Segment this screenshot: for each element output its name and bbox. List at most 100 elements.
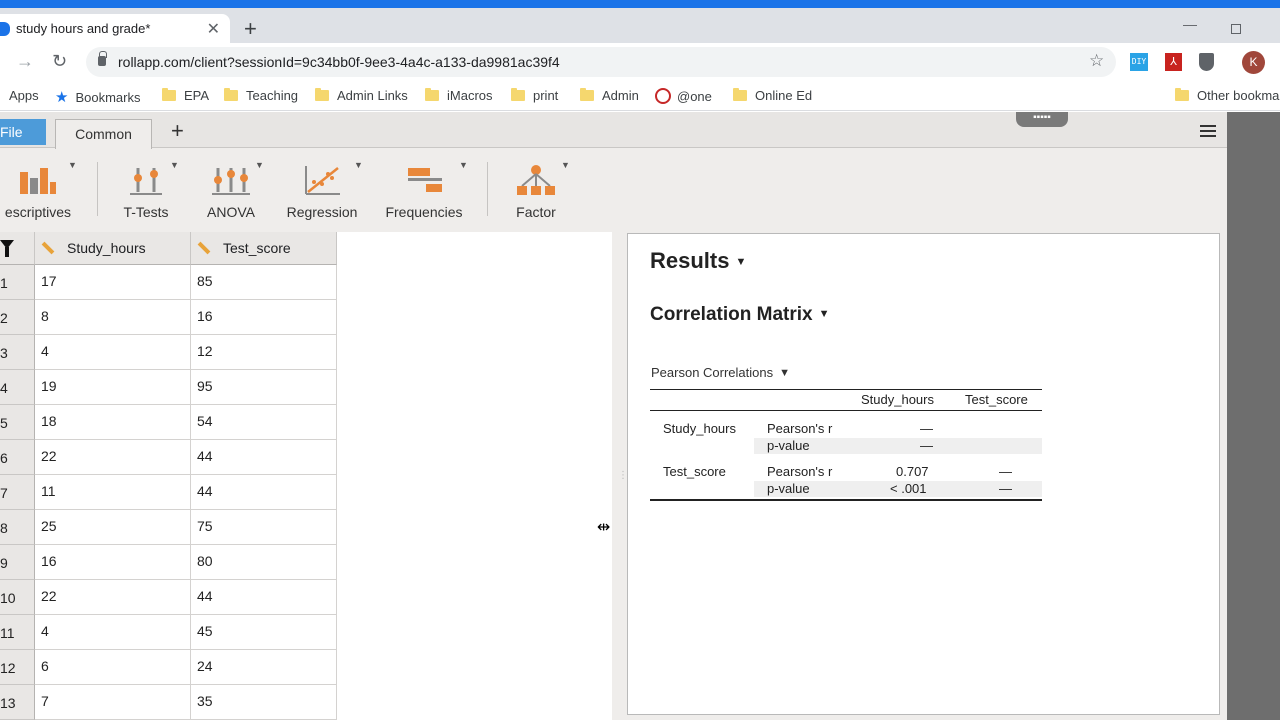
add-module-button[interactable]: + <box>171 118 184 144</box>
bookmark-one[interactable]: @one <box>655 88 712 104</box>
table-cell[interactable]: 16 <box>35 545 191 580</box>
reload-icon[interactable]: ↻ <box>52 51 67 72</box>
bookmark-imacros[interactable]: iMacros <box>425 88 493 103</box>
bookmark-epa[interactable]: EPA <box>162 88 209 103</box>
hamburger-menu-icon[interactable] <box>1200 125 1216 137</box>
column-header: Study_hours <box>861 392 934 407</box>
bookmark-apps[interactable]: Apps <box>9 88 39 103</box>
url-text[interactable]: rollapp.com/client?sessionId=9c34bb0f-9e… <box>118 54 560 70</box>
table-cell[interactable]: 44 <box>191 580 337 615</box>
row-number[interactable]: 5 <box>0 405 35 440</box>
chevron-down-icon[interactable]: ▼ <box>459 160 468 170</box>
table-cell[interactable]: 17 <box>35 265 191 300</box>
analysis-heading[interactable]: Correlation Matrix ▼ <box>650 304 829 326</box>
caret-down-icon[interactable]: ▼ <box>735 256 746 268</box>
results-heading[interactable]: Results ▼ <box>650 248 746 274</box>
row-number[interactable]: 4 <box>0 370 35 405</box>
factor-button[interactable]: Factor <box>510 164 562 220</box>
regression-button[interactable]: Regression <box>282 164 362 220</box>
row-number[interactable]: 10 <box>0 580 35 615</box>
folder-icon <box>315 88 329 101</box>
row-number[interactable]: 12 <box>0 650 35 685</box>
anova-button[interactable]: ANOVA <box>200 164 262 220</box>
pdf-extension-icon[interactable]: ⅄ <box>1165 53 1182 71</box>
table-cell[interactable]: 7 <box>35 685 191 720</box>
row-number[interactable]: 11 <box>0 615 35 650</box>
diy-extension-icon[interactable]: DIY <box>1130 53 1148 71</box>
bookmark-teaching[interactable]: Teaching <box>224 88 298 103</box>
row-number[interactable]: 6 <box>0 440 35 475</box>
table-cell[interactable]: 4 <box>35 335 191 370</box>
minimize-icon[interactable]: — <box>1183 16 1197 32</box>
folder-icon <box>425 88 439 101</box>
shield-extension-icon[interactable] <box>1199 53 1214 71</box>
chevron-down-icon[interactable]: ▼ <box>255 160 264 170</box>
forward-arrow-icon[interactable]: → <box>16 51 34 72</box>
bookmark-print[interactable]: print <box>511 88 558 103</box>
filter-icon[interactable] <box>0 240 14 257</box>
table-cell[interactable]: 35 <box>191 685 337 720</box>
table-cell[interactable]: 19 <box>35 370 191 405</box>
row-number[interactable]: 2 <box>0 300 35 335</box>
ruler-icon <box>41 241 55 255</box>
bookmark-bookmarks[interactable]: ★ Bookmarks <box>55 88 140 106</box>
frequencies-button[interactable]: Frequencies <box>380 164 468 220</box>
table-cell[interactable]: 12 <box>191 335 337 370</box>
table-cell[interactable]: 8 <box>35 300 191 335</box>
table-cell: < .001 <box>890 481 927 496</box>
table-cell[interactable]: 22 <box>35 580 191 615</box>
address-bar[interactable]: rollapp.com/client?sessionId=9c34bb0f-9e… <box>86 47 1116 77</box>
tab-close-icon[interactable]: ✕ <box>207 19 220 39</box>
table-cell[interactable]: 25 <box>35 510 191 545</box>
table-cell[interactable]: 6 <box>35 650 191 685</box>
factor-icon <box>516 164 556 198</box>
bookmark-admin-links[interactable]: Admin Links <box>315 88 408 103</box>
table-cell[interactable]: 44 <box>191 440 337 475</box>
caret-down-icon[interactable]: ▼ <box>819 308 830 320</box>
chevron-down-icon[interactable]: ▼ <box>561 160 570 170</box>
table-cell[interactable]: 45 <box>191 615 337 650</box>
table-cell[interactable]: 80 <box>191 545 337 580</box>
ribbon-drag-handle[interactable]: ▪▪▪▪▪ <box>1016 112 1068 127</box>
table-cell[interactable]: 95 <box>191 370 337 405</box>
table-cell[interactable]: 18 <box>35 405 191 440</box>
file-tab[interactable]: File <box>0 119 46 145</box>
restore-window-icon[interactable] <box>1231 24 1241 34</box>
common-tab[interactable]: Common <box>55 119 152 149</box>
bookmark-star-icon[interactable]: ☆ <box>1089 51 1104 71</box>
profile-avatar[interactable]: K <box>1242 51 1265 74</box>
t-tests-button[interactable]: T-Tests <box>115 164 177 220</box>
chevron-down-icon[interactable]: ▼ <box>68 160 77 170</box>
column-header-study-hours[interactable]: Study_hours <box>35 232 191 265</box>
table-cell[interactable]: 75 <box>191 510 337 545</box>
table-cell[interactable]: 44 <box>191 475 337 510</box>
caret-down-icon[interactable]: ▼ <box>779 367 790 379</box>
bookmark-other[interactable]: Other bookma <box>1175 88 1279 103</box>
row-number[interactable]: 3 <box>0 335 35 370</box>
table-cell[interactable]: 54 <box>191 405 337 440</box>
table-heading[interactable]: Pearson Correlations ▼ <box>651 365 790 380</box>
table-cell[interactable]: 4 <box>35 615 191 650</box>
bookmark-admin[interactable]: Admin <box>580 88 639 103</box>
new-tab-button[interactable]: + <box>244 18 257 40</box>
bookmark-label: @one <box>677 88 712 104</box>
table-header-rule <box>650 410 1042 411</box>
bookmark-label: iMacros <box>447 88 493 103</box>
table-cell[interactable]: 24 <box>191 650 337 685</box>
table-cell[interactable]: 16 <box>191 300 337 335</box>
row-number[interactable]: 1 <box>0 265 35 300</box>
chevron-down-icon[interactable]: ▼ <box>354 160 363 170</box>
row-number[interactable]: 9 <box>0 545 35 580</box>
bookmark-online-ed[interactable]: Online Ed <box>733 88 812 103</box>
row-filter-header[interactable] <box>0 232 35 265</box>
row-number[interactable]: 7 <box>0 475 35 510</box>
column-header-test-score[interactable]: Test_score <box>191 232 337 265</box>
row-number[interactable]: 13 <box>0 685 35 720</box>
chevron-down-icon[interactable]: ▼ <box>170 160 179 170</box>
row-number[interactable]: 8 <box>0 510 35 545</box>
browser-tab[interactable]: study hours and grade* ✕ <box>0 14 230 43</box>
descriptives-button[interactable]: escriptives <box>0 164 76 220</box>
table-cell[interactable]: 22 <box>35 440 191 475</box>
table-cell[interactable]: 11 <box>35 475 191 510</box>
table-cell[interactable]: 85 <box>191 265 337 300</box>
